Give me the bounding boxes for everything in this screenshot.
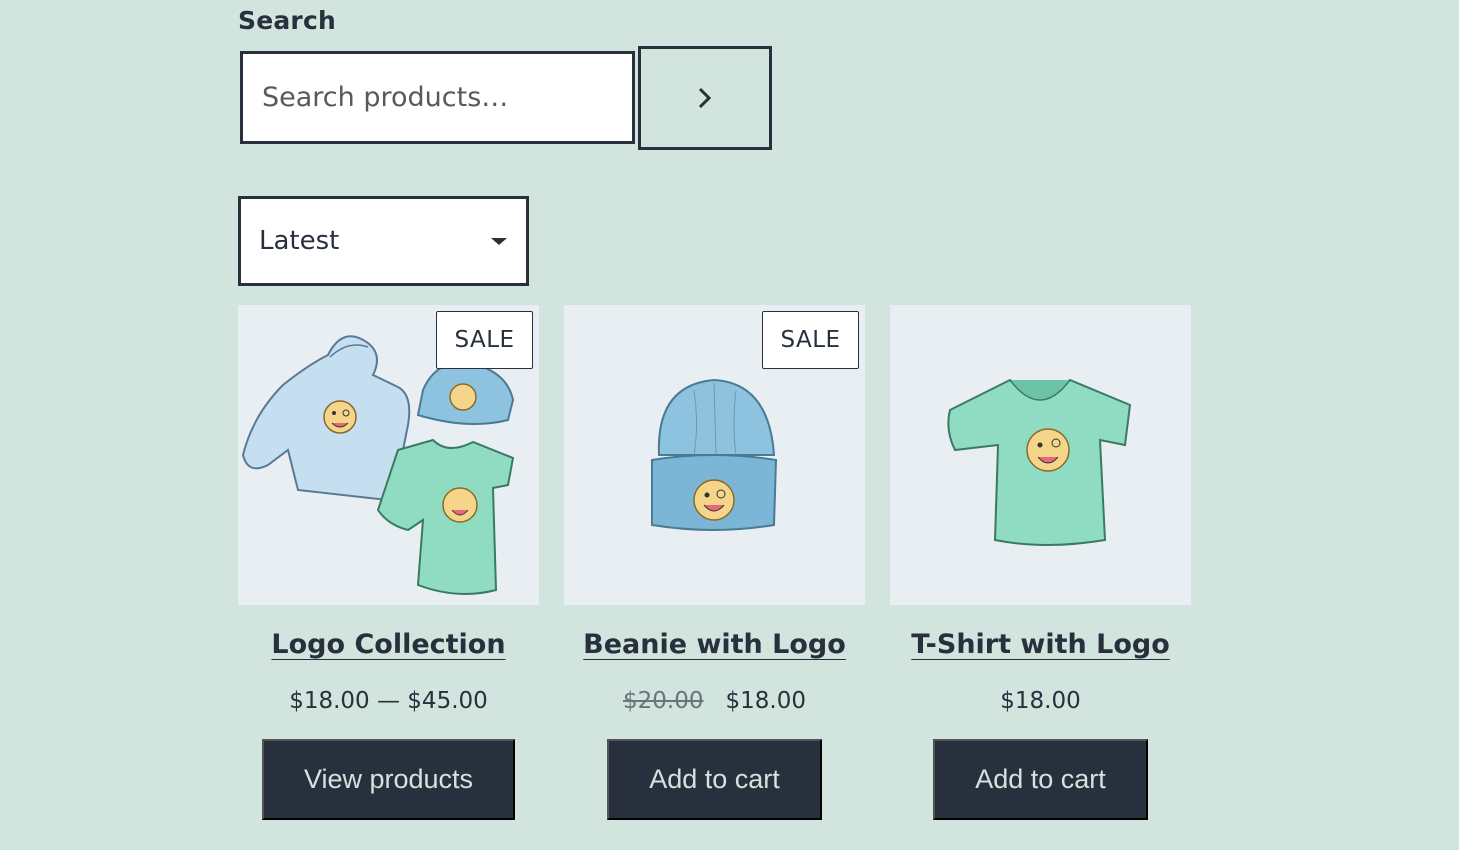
sale-badge: SALE bbox=[436, 311, 533, 369]
sort-select[interactable]: Latest bbox=[238, 196, 529, 286]
product-image-beanie-with-logo[interactable]: SALE bbox=[564, 305, 865, 605]
product-price: $18.00 — $45.00 bbox=[238, 688, 539, 714]
product-image-t-shirt-with-logo[interactable] bbox=[890, 305, 1191, 605]
view-products-button[interactable]: View products bbox=[262, 739, 515, 820]
chevron-right-icon bbox=[698, 87, 712, 109]
sale-badge: SALE bbox=[762, 311, 859, 369]
product-image-logo-collection[interactable]: SALE bbox=[238, 305, 539, 605]
sort-selected-value: Latest bbox=[259, 226, 340, 256]
sale-price: $18.00 bbox=[725, 688, 806, 714]
product-title-link[interactable]: Beanie with Logo bbox=[564, 629, 865, 660]
search-submit-button[interactable] bbox=[638, 46, 772, 150]
product-price: $20.00 $18.00 bbox=[564, 688, 865, 714]
product-title-link[interactable]: T-Shirt with Logo bbox=[890, 629, 1191, 660]
search-label: Search bbox=[238, 6, 336, 35]
t-shirt-illustration bbox=[947, 378, 1132, 546]
product-title-link[interactable]: Logo Collection bbox=[238, 629, 539, 660]
product-card-logo-collection: SALE Logo Collection $18.00 — $45.00 Vie… bbox=[238, 305, 539, 820]
price-value: $18.00 bbox=[1000, 688, 1081, 714]
original-price: $20.00 bbox=[623, 688, 704, 714]
caret-down-icon bbox=[491, 237, 507, 245]
product-price: $18.00 bbox=[890, 688, 1191, 714]
price-range: $18.00 — $45.00 bbox=[289, 688, 488, 714]
add-to-cart-button[interactable]: Add to cart bbox=[933, 739, 1148, 820]
product-card-t-shirt-with-logo: T-Shirt with Logo $18.00 Add to cart bbox=[890, 305, 1191, 820]
product-card-beanie-with-logo: SALE Beanie with Logo $20.00 $18.00 Add t… bbox=[564, 305, 865, 820]
search-input[interactable] bbox=[240, 51, 635, 144]
add-to-cart-button[interactable]: Add to cart bbox=[607, 739, 822, 820]
